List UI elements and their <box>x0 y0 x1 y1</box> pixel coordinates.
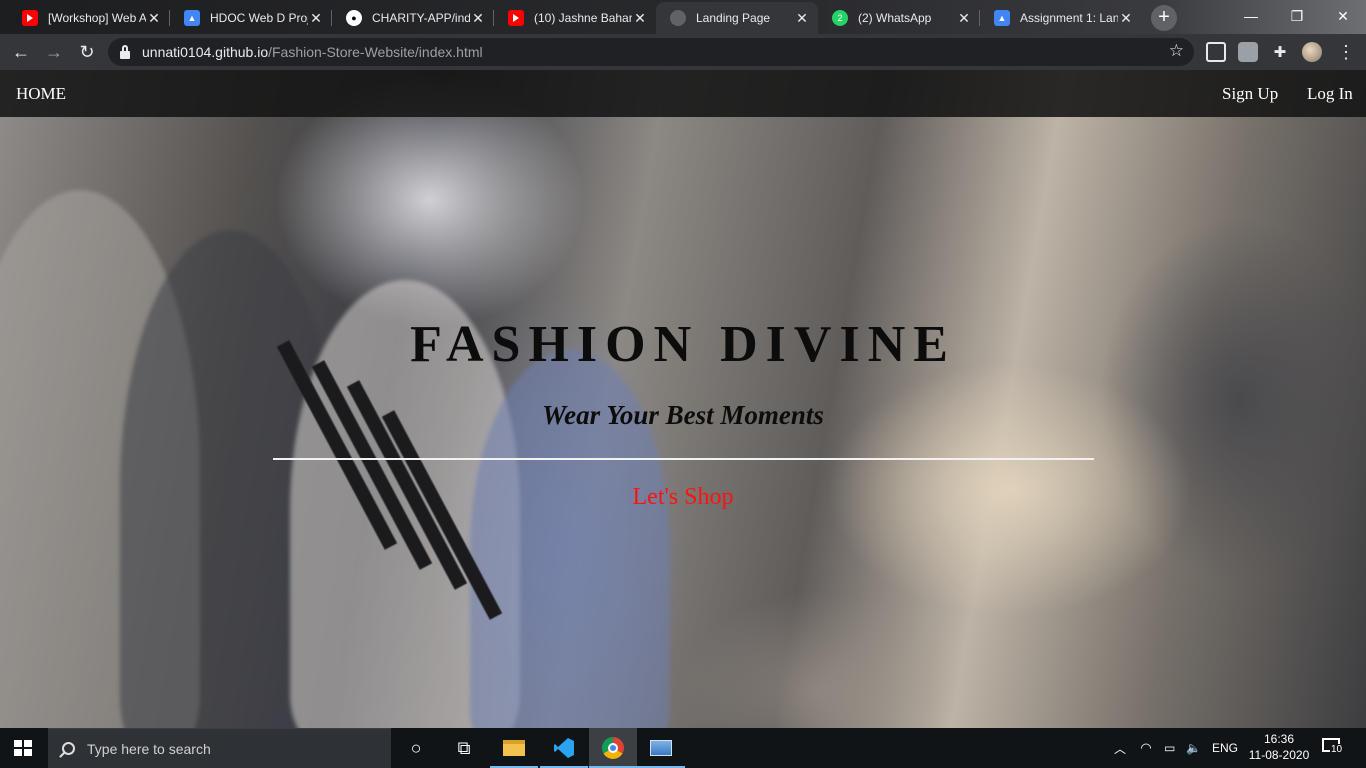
back-button[interactable]: ← <box>9 40 33 64</box>
tab-title: CHARITY-APP/inde <box>372 11 470 25</box>
taskbar-search-box[interactable]: Type here to search <box>48 728 391 768</box>
hero-title: FASHION DIVINE <box>410 316 956 373</box>
address-bar[interactable]: unnati0104.github.io/Fashion-Store-Websi… <box>108 38 1194 66</box>
close-tab-icon[interactable]: ✕ <box>470 10 486 27</box>
bookmark-star-icon[interactable]: ☆ <box>1169 41 1184 61</box>
tab-jashne-bahara[interactable]: (10) Jashne Bahara ✕ <box>494 2 656 34</box>
notifications-icon[interactable]: 10 <box>1322 738 1344 758</box>
google-docs-icon: ▲ <box>184 10 200 26</box>
google-docs-icon: ▲ <box>994 10 1010 26</box>
browser-tab-strip: [Workshop] Web A ✕ ▲ HDOC Web D Proj ✕ ●… <box>0 0 1366 34</box>
tab-whatsapp[interactable]: 2 (2) WhatsApp ✕ <box>818 2 980 34</box>
vscode-icon[interactable] <box>540 728 588 768</box>
close-window-button[interactable]: ✕ <box>1320 0 1366 32</box>
cortana-icon[interactable]: ○ <box>392 728 440 768</box>
search-icon <box>62 742 75 755</box>
globe-icon <box>670 10 686 26</box>
nav-signup-link[interactable]: Sign Up <box>1222 84 1278 104</box>
wifi-icon[interactable]: ◜◝ <box>1141 728 1151 768</box>
tray-overflow-chevron[interactable]: ︿ <box>1114 728 1126 768</box>
tab-landing-page[interactable]: Landing Page ✕ <box>656 2 818 34</box>
tab-title: Assignment 1: Lan <box>1020 11 1118 25</box>
whatsapp-icon: 2 <box>832 10 848 26</box>
taskbar-search-placeholder: Type here to search <box>87 740 211 757</box>
reload-button[interactable]: ↻ <box>75 40 99 64</box>
language-indicator[interactable]: ENG <box>1212 728 1238 768</box>
windows-start-icon[interactable] <box>14 740 32 756</box>
photos-icon[interactable] <box>637 728 685 768</box>
extension-camera-icon[interactable] <box>1238 42 1258 62</box>
browser-toolbar: ← → ↻ unnati0104.github.io/Fashion-Store… <box>0 34 1366 70</box>
tab-hdoc[interactable]: ▲ HDOC Web D Proj ✕ <box>170 2 332 34</box>
tab-title: [Workshop] Web A <box>48 11 146 25</box>
close-tab-icon[interactable]: ✕ <box>1118 10 1134 27</box>
lock-icon[interactable] <box>120 44 130 59</box>
nav-home-link[interactable]: HOME <box>16 84 66 104</box>
tab-title: Landing Page <box>696 11 771 25</box>
hero-subtitle: Wear Your Best Moments <box>542 400 824 430</box>
nav-login-link[interactable]: Log In <box>1307 84 1353 104</box>
clock-date: 11-08-2020 <box>1248 748 1310 762</box>
hero-divider <box>273 458 1094 460</box>
windows-taskbar: Type here to search ○ ⧉ ︿ ◜◝ ▭ 🔈 ENG 16:… <box>0 728 1366 768</box>
tab-workshop[interactable]: [Workshop] Web A ✕ <box>8 2 170 34</box>
url-host: unnati0104.github.io <box>142 44 269 60</box>
tab-title: (10) Jashne Bahara <box>534 11 632 25</box>
chrome-menu-icon[interactable]: ⋮ <box>1334 40 1358 64</box>
forward-button[interactable]: → <box>42 40 66 64</box>
close-tab-icon[interactable]: ✕ <box>308 10 324 27</box>
battery-icon[interactable]: ▭ <box>1164 728 1175 768</box>
close-tab-icon[interactable]: ✕ <box>146 10 162 27</box>
minimize-button[interactable]: — <box>1228 0 1274 32</box>
clock-time: 16:36 <box>1263 732 1295 746</box>
landing-page: HOME Sign Up Log In FASHION DIVINE Wear … <box>0 70 1366 728</box>
restore-button[interactable]: ❐ <box>1274 0 1320 32</box>
close-tab-icon[interactable]: ✕ <box>956 10 972 27</box>
url-path: /Fashion-Store-Website/index.html <box>268 44 483 60</box>
extensions-puzzle-icon[interactable]: ✚ <box>1268 40 1292 64</box>
tab-title: (2) WhatsApp <box>858 11 932 25</box>
close-tab-icon[interactable]: ✕ <box>794 10 810 27</box>
youtube-icon <box>508 10 524 26</box>
tab-assignment[interactable]: ▲ Assignment 1: Lan ✕ <box>980 2 1142 34</box>
lets-shop-link[interactable]: Let's Shop <box>0 484 1366 511</box>
notification-count: 10 <box>1330 744 1344 755</box>
volume-icon[interactable]: 🔈 <box>1186 728 1201 768</box>
youtube-icon <box>22 10 38 26</box>
tab-charity-app[interactable]: ● CHARITY-APP/inde ✕ <box>332 2 494 34</box>
taskbar-clock[interactable]: 16:36 11-08-2020 <box>1246 731 1312 763</box>
file-explorer-icon[interactable] <box>490 728 538 768</box>
new-tab-button[interactable]: + <box>1151 5 1177 31</box>
site-navbar: HOME Sign Up Log In <box>0 70 1366 117</box>
tab-title: HDOC Web D Proj <box>210 11 308 25</box>
close-tab-icon[interactable]: ✕ <box>632 10 648 27</box>
chrome-taskbar-icon[interactable] <box>589 728 637 768</box>
extension-cloud-icon[interactable] <box>1206 42 1226 62</box>
profile-avatar[interactable] <box>1302 42 1322 62</box>
task-view-icon[interactable]: ⧉ <box>440 728 488 768</box>
github-icon: ● <box>346 10 362 26</box>
